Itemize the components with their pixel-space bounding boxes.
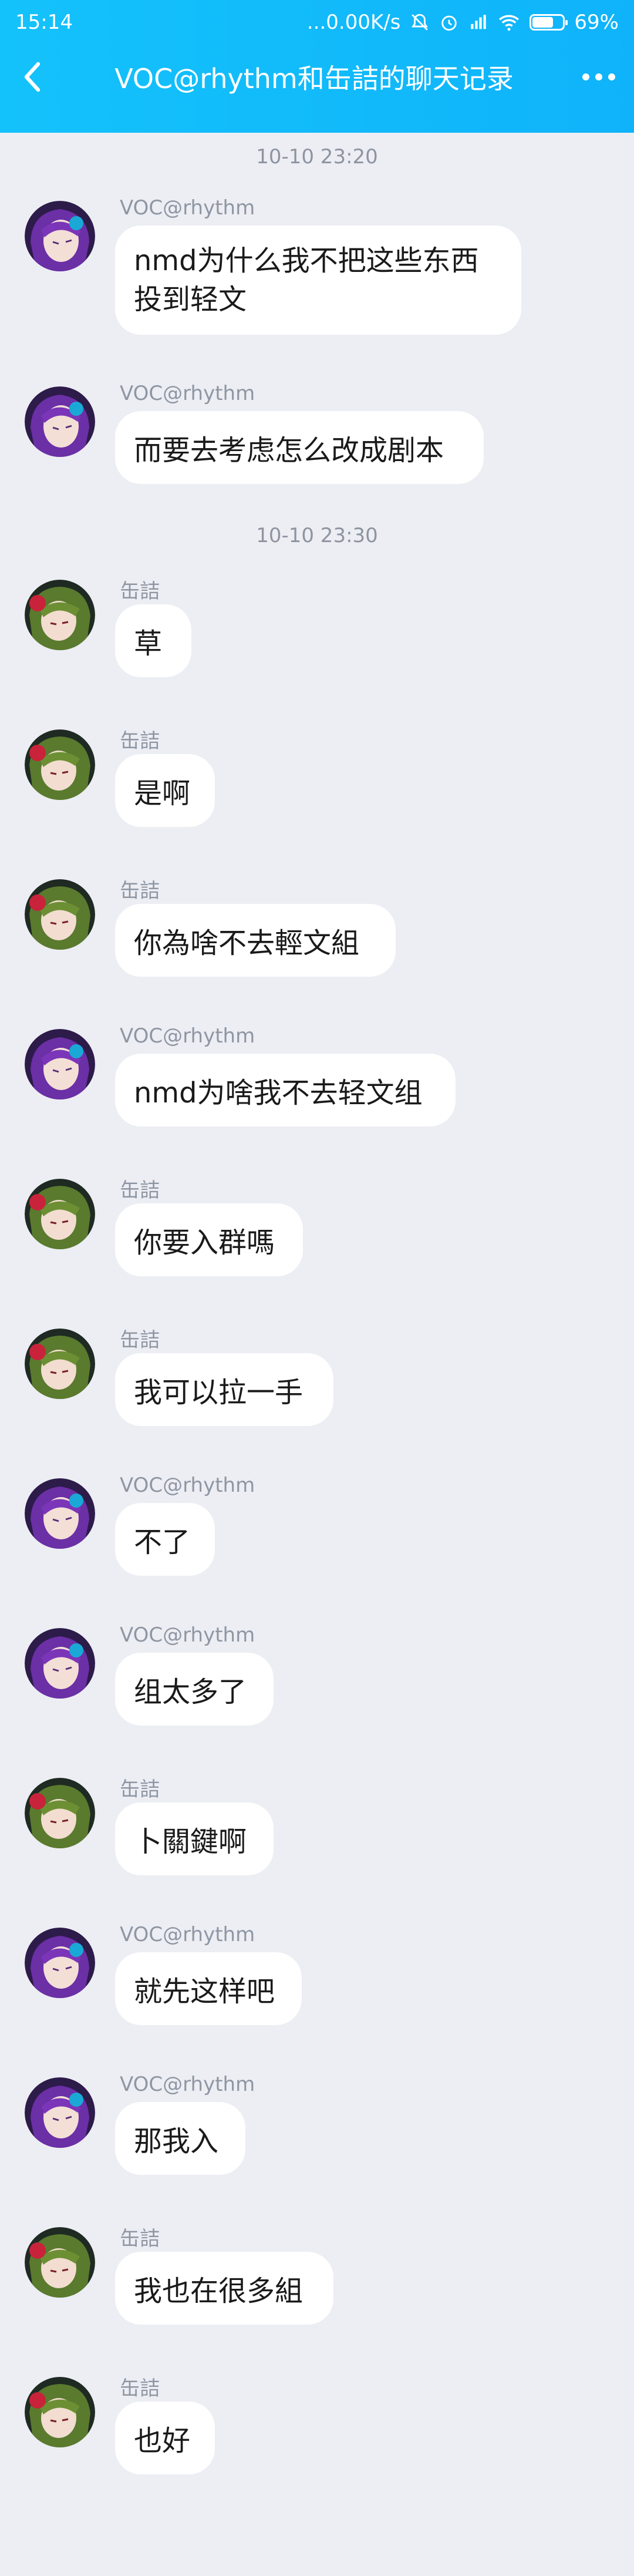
message-row: VOC@rhythm nmd为啥我不去轻文组 [0,1024,634,1137]
message-bubble[interactable]: 草 [115,604,191,677]
message-bubble[interactable]: 也好 [115,2402,215,2474]
avatar[interactable] [25,1329,95,1399]
avatar[interactable] [25,1179,95,1249]
message-bubble[interactable]: 不了 [115,1503,215,1576]
mute-icon [412,14,429,31]
timestamp-divider: 10-10 23:20 [256,145,378,169]
more-dot [608,73,615,80]
message-row: 缶詰 你為啥不去輕文組 [0,879,634,987]
avatar[interactable] [25,2227,95,2298]
message-bubble[interactable]: nmd为啥我不去轻文组 [115,1054,456,1126]
message-row: 缶詰 我可以拉一手 [0,1329,634,1437]
alarm-icon [441,15,457,31]
message-bubble[interactable]: 你為啥不去輕文組 [115,904,396,977]
sender-name: 缶詰 [120,2227,160,2251]
message-row: 缶詰 是啊 [0,729,634,838]
message-bubble[interactable]: 是啊 [115,754,215,827]
avatar[interactable] [25,386,95,457]
message-row: VOC@rhythm 而要去考虑怎么改成剧本 [0,382,634,495]
message-bubble[interactable]: 我可以拉一手 [115,1353,333,1426]
avatar[interactable] [25,201,95,271]
sender-name: VOC@rhythm [120,196,255,220]
message-bubble[interactable]: 那我入 [115,2102,245,2175]
wifi-icon [499,15,520,31]
message-row: 缶詰 我也在很多組 [0,2227,634,2335]
sender-name: 缶詰 [120,1179,160,1202]
network-speed: ...0.00K/s [306,11,401,34]
message-row: 缶詰 你要入群嗎 [0,1179,634,1287]
battery-level-fill [532,17,553,28]
sender-name: VOC@rhythm [120,2073,255,2096]
status-time: 15:14 [15,11,73,34]
avatar[interactable] [25,879,95,950]
more-dot [595,73,602,80]
sender-name: 缶詰 [120,2377,160,2400]
avatar[interactable] [25,1778,95,1848]
message-bubble[interactable]: 就先这样吧 [115,1952,302,2025]
timestamp-divider: 10-10 23:30 [256,524,378,547]
message-row: VOC@rhythm 那我入 [0,2073,634,2185]
sender-name: VOC@rhythm [120,1623,255,1647]
page-title: VOC@rhythm和缶詰的聊天记录 [114,63,514,95]
message-row: VOC@rhythm 不了 [0,1474,634,1586]
avatar[interactable] [25,2377,95,2447]
status-bar: 15:14 ...0.00K/s 69% [0,0,634,45]
avatar[interactable] [25,729,95,800]
status-icons: ...0.00K/s 69% [307,11,619,34]
hd-signal-icon [471,15,487,29]
message-bubble[interactable]: 而要去考虑怎么改成剧本 [115,411,484,484]
sender-name: VOC@rhythm [120,1024,255,1048]
avatar[interactable] [25,580,95,650]
avatar[interactable] [25,1628,95,1699]
avatar[interactable] [25,2077,95,2148]
more-options-button[interactable] [564,45,634,109]
back-button[interactable] [0,45,65,109]
message-bubble[interactable]: 你要入群嗎 [115,1203,303,1276]
message-bubble[interactable]: nmd为什么我不把这些东西 投到轻文 [115,226,521,335]
sender-name: VOC@rhythm [120,1474,255,1497]
message-row: VOC@rhythm nmd为什么我不把这些东西 投到轻文 [0,196,634,345]
app-header: 15:14 ...0.00K/s 69% VOC@rhythm和缶詰的聊天记录 [0,0,634,133]
sender-name: 缶詰 [120,879,160,903]
sender-name: VOC@rhythm [120,1923,255,1946]
sender-name: 缶詰 [120,580,160,603]
message-row: 缶詰 也好 [0,2377,634,2485]
avatar[interactable] [25,1478,95,1549]
message-bubble[interactable]: 卜關鍵啊 [115,1802,274,1875]
battery-icon [530,14,568,31]
avatar[interactable] [25,1928,95,1998]
message-row: VOC@rhythm 组太多了 [0,1623,634,1736]
message-row: 缶詰 卜關鍵啊 [0,1778,634,1886]
message-row: 缶詰草 [0,580,634,688]
sender-name: 缶詰 [120,1778,160,1801]
message-bubble[interactable]: 我也在很多組 [115,2252,333,2325]
title-bar: VOC@rhythm和缶詰的聊天记录 [0,45,634,109]
sender-name: 缶詰 [120,1329,160,1352]
battery-percent: 69% [574,11,619,34]
chevron-left-icon [24,62,41,92]
avatar[interactable] [25,1029,95,1099]
message-bubble[interactable]: 组太多了 [115,1653,274,1726]
more-dots-icon [582,73,589,80]
message-row: VOC@rhythm 就先这样吧 [0,1923,634,2036]
sender-name: 缶詰 [120,729,160,753]
sender-name: VOC@rhythm [120,382,255,405]
